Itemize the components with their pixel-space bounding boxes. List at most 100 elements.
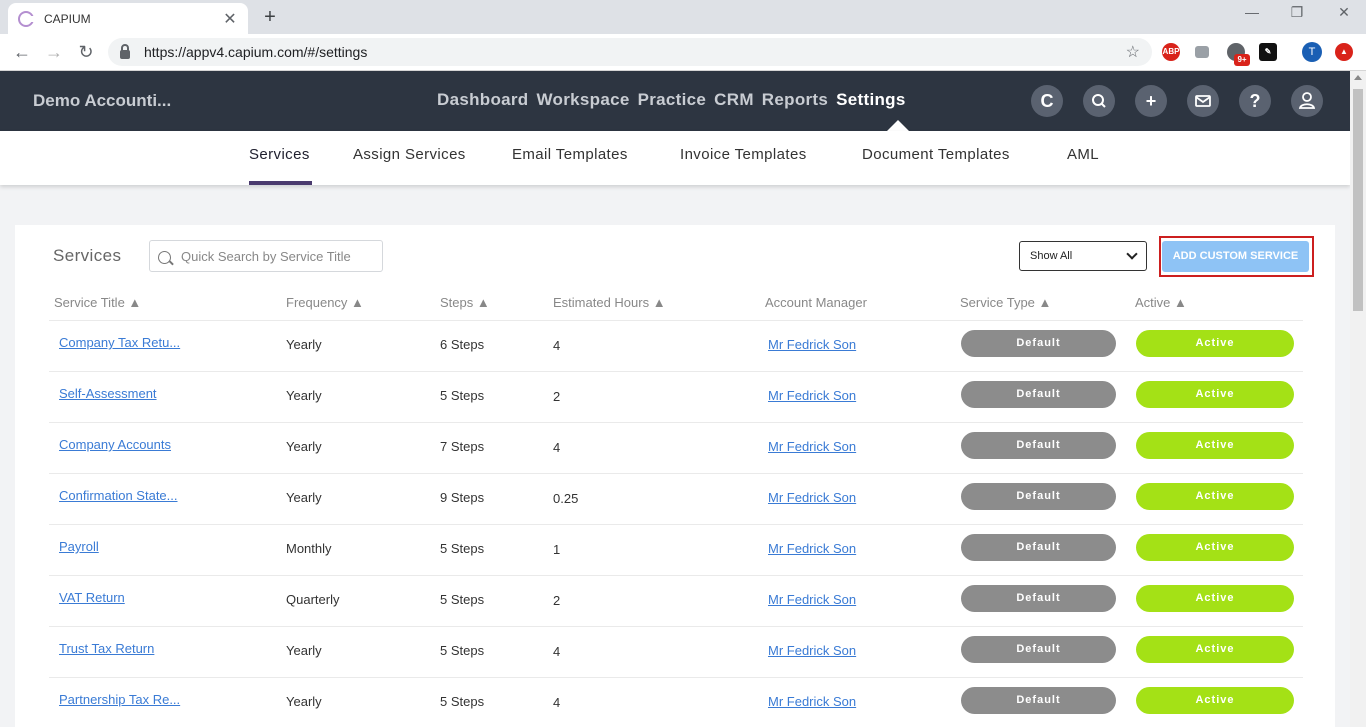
column-header-steps[interactable]: Steps ▲ (440, 295, 490, 310)
active-status-toggle[interactable]: Active (1136, 483, 1294, 510)
services-title: Services (53, 246, 122, 265)
add-custom-service-button[interactable]: ADD CUSTOM SERVICE (1162, 241, 1309, 272)
active-status-toggle[interactable]: Active (1136, 381, 1294, 408)
service-title-link[interactable]: Company Tax Retu... (59, 335, 180, 350)
search-icon[interactable] (1083, 85, 1115, 117)
nav-settings[interactable]: Settings (836, 90, 905, 110)
account-manager-link[interactable]: Mr Fedrick Son (768, 388, 856, 403)
service-title-link[interactable]: VAT Return (59, 590, 125, 605)
frequency-cell: Monthly (286, 541, 332, 556)
frequency-cell: Yearly (286, 643, 322, 658)
service-type-badge: Default (961, 381, 1116, 408)
table-row: Confirmation State... Yearly 9 Steps 0.25 Mr… (49, 473, 1303, 524)
service-title-link[interactable]: Confirmation State... (59, 488, 178, 503)
active-status-toggle[interactable]: Active (1136, 330, 1294, 357)
active-status-toggle[interactable]: Active (1136, 636, 1294, 663)
extension-icon[interactable] (1195, 46, 1209, 58)
profile-avatar[interactable]: T (1302, 42, 1322, 62)
tab-services[interactable]: Services (249, 146, 310, 163)
restore-icon[interactable]: ❐ (1285, 4, 1309, 21)
active-status-toggle[interactable]: Active (1136, 534, 1294, 561)
service-type-badge: Default (961, 534, 1116, 561)
mail-icon[interactable] (1187, 85, 1219, 117)
table-row: Partnership Tax Re... Yearly 5 Steps 4 Mr Fe… (49, 677, 1303, 727)
user-icon[interactable] (1291, 85, 1323, 117)
upload-extension-icon[interactable]: ▲ (1335, 43, 1353, 61)
steps-cell: 7 Steps (440, 439, 485, 454)
steps-cell: 6 Steps (440, 337, 485, 352)
back-icon[interactable]: ← (10, 40, 34, 64)
tab-assign-services[interactable]: Assign Services (353, 146, 466, 163)
help-icon[interactable]: ? (1239, 85, 1271, 117)
capium-logo-icon[interactable]: C (1031, 85, 1063, 117)
estimated-hours-cell: 4 (553, 695, 561, 710)
organization-name[interactable]: Demo Accounti... (33, 91, 171, 111)
page-scrollbar[interactable] (1350, 71, 1366, 727)
browser-tab[interactable]: CAPIUM ✕ (8, 3, 248, 34)
forward-icon[interactable]: → (42, 40, 66, 64)
tab-document-templates[interactable]: Document Templates (862, 146, 1010, 163)
frequency-cell: Yearly (286, 694, 322, 709)
service-title-link[interactable]: Self-Assessment (59, 386, 157, 401)
bookmark-star-icon[interactable]: ☆ (1126, 42, 1140, 62)
service-title-link[interactable]: Trust Tax Return (59, 641, 154, 656)
scrollbar-thumb[interactable] (1353, 89, 1363, 311)
reload-icon[interactable]: ↻ (74, 40, 98, 64)
service-type-badge: Default (961, 330, 1116, 357)
close-tab-icon[interactable]: ✕ (222, 9, 238, 29)
nav-workspace[interactable]: Workspace (537, 90, 630, 110)
account-manager-link[interactable]: Mr Fedrick Son (768, 694, 856, 709)
column-header-frequency[interactable]: Frequency ▲ (286, 295, 364, 310)
search-box[interactable] (149, 240, 383, 272)
steps-cell: 5 Steps (440, 694, 485, 709)
scroll-up-icon[interactable] (1354, 75, 1362, 80)
table-row: Self-Assessment Yearly 5 Steps 2 Mr Fedrick … (49, 371, 1303, 422)
active-status-toggle[interactable]: Active (1136, 432, 1294, 459)
nav-practice[interactable]: Practice (638, 90, 707, 110)
browser-toolbar: ← → ↻ https://appv4.capium.com/#/setting… (0, 34, 1366, 71)
minimize-icon[interactable]: — (1240, 4, 1264, 20)
active-status-toggle[interactable]: Active (1136, 585, 1294, 612)
service-type-badge: Default (961, 483, 1116, 510)
column-header-estimated-hours[interactable]: Estimated Hours ▲ (553, 295, 666, 310)
address-bar[interactable]: https://appv4.capium.com/#/settings ☆ (108, 38, 1152, 66)
window-close-icon[interactable]: ✕ (1332, 4, 1356, 21)
pen-extension-icon[interactable]: ✎ (1259, 43, 1277, 61)
column-header-active[interactable]: Active ▲ (1135, 295, 1187, 310)
table-row: VAT Return Quarterly 5 Steps 2 Mr Fedrick So… (49, 575, 1303, 626)
table-row: Payroll Monthly 5 Steps 1 Mr Fedrick Son Defa… (49, 524, 1303, 575)
table-row: Company Accounts Yearly 7 Steps 4 Mr Fedrick… (49, 422, 1303, 473)
service-title-link[interactable]: Company Accounts (59, 437, 171, 452)
active-status-toggle[interactable]: Active (1136, 687, 1294, 714)
tab-aml[interactable]: AML (1067, 146, 1099, 163)
service-type-badge: Default (961, 432, 1116, 459)
extension-badge: 9+ (1234, 54, 1250, 66)
table-row: Trust Tax Return Yearly 5 Steps 4 Mr Fedrick… (49, 626, 1303, 677)
estimated-hours-cell: 4 (553, 338, 561, 353)
adblock-extension-icon[interactable]: ABP (1162, 43, 1180, 61)
account-manager-link[interactable]: Mr Fedrick Son (768, 490, 856, 505)
account-manager-link[interactable]: Mr Fedrick Son (768, 541, 856, 556)
column-header-service-type[interactable]: Service Type ▲ (960, 295, 1051, 310)
account-manager-link[interactable]: Mr Fedrick Son (768, 337, 856, 352)
nav-crm[interactable]: CRM (714, 90, 754, 110)
tab-email-templates[interactable]: Email Templates (512, 146, 628, 163)
new-tab-icon[interactable]: + (258, 6, 282, 29)
nav-reports[interactable]: Reports (762, 90, 828, 110)
frequency-cell: Yearly (286, 388, 322, 403)
service-title-link[interactable]: Payroll (59, 539, 99, 554)
settings-subnav: Services Assign Services Email Templates… (0, 131, 1350, 185)
frequency-cell: Yearly (286, 490, 322, 505)
nav-dashboard[interactable]: Dashboard (437, 90, 529, 110)
service-title-link[interactable]: Partnership Tax Re... (59, 692, 180, 707)
filter-select[interactable]: Show All (1019, 241, 1147, 271)
steps-cell: 5 Steps (440, 388, 485, 403)
account-manager-link[interactable]: Mr Fedrick Son (768, 592, 856, 607)
account-manager-link[interactable]: Mr Fedrick Son (768, 439, 856, 454)
column-header-service-title[interactable]: Service Title ▲ (54, 295, 141, 310)
tab-invoice-templates[interactable]: Invoice Templates (680, 146, 807, 163)
frequency-cell: Yearly (286, 337, 322, 352)
search-input[interactable] (181, 248, 371, 264)
account-manager-link[interactable]: Mr Fedrick Son (768, 643, 856, 658)
plus-icon[interactable]: + (1135, 85, 1167, 117)
